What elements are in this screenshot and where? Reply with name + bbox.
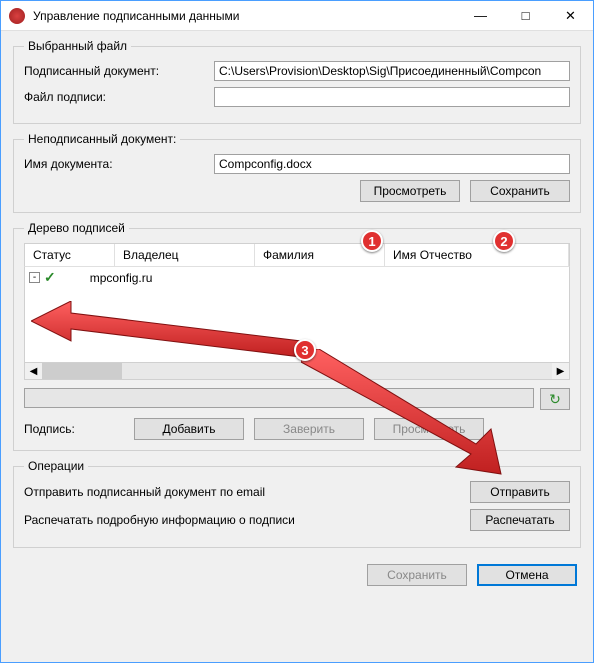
col-name-patronymic[interactable]: Имя Отчество xyxy=(385,244,569,266)
footer-cancel-button[interactable]: Отмена xyxy=(477,564,577,586)
tree-legend: Дерево подписей xyxy=(24,221,129,235)
collapse-icon[interactable]: - xyxy=(29,272,40,283)
annotation-badge-1: 1 xyxy=(361,230,383,252)
signed-doc-field[interactable]: C:\Users\Provision\Desktop\Sig\Присоедин… xyxy=(214,61,570,81)
annotation-badge-2: 2 xyxy=(493,230,515,252)
titlebar: Управление подписанными данными — □ ✕ xyxy=(1,1,593,31)
scroll-thumb[interactable] xyxy=(42,363,122,379)
scroll-right-icon[interactable]: ▶ xyxy=(552,363,569,379)
horizontal-scrollbar[interactable]: ◀ ▶ xyxy=(24,363,570,380)
app-icon xyxy=(9,8,25,24)
scroll-left-icon[interactable]: ◀ xyxy=(25,363,42,379)
footer-buttons: Сохранить Отмена xyxy=(13,556,581,586)
checkmark-icon: ✓ xyxy=(44,269,56,286)
save-button[interactable]: Сохранить xyxy=(470,180,570,202)
progress-bar xyxy=(24,388,534,408)
tree-row-text: mpconfig.ru xyxy=(90,271,153,285)
unsigned-doc-group: Неподписанный документ: Имя документа: C… xyxy=(13,132,581,213)
tree-row[interactable]: - ✓ mpconfig.ru xyxy=(25,267,569,288)
operations-legend: Операции xyxy=(24,459,88,473)
footer-save-button[interactable]: Сохранить xyxy=(367,564,467,586)
send-button[interactable]: Отправить xyxy=(470,481,570,503)
window-title: Управление подписанными данными xyxy=(33,9,458,23)
selected-file-group: Выбранный файл Подписанный документ: C:\… xyxy=(13,39,581,124)
col-owner[interactable]: Владелец xyxy=(115,244,255,266)
unsigned-doc-legend: Неподписанный документ: xyxy=(24,132,180,146)
maximize-button[interactable]: □ xyxy=(503,1,548,30)
signature-label: Подпись: xyxy=(24,422,124,436)
view-button[interactable]: Просмотреть xyxy=(360,180,460,202)
refresh-button[interactable]: ↻ xyxy=(540,388,570,410)
window-controls: — □ ✕ xyxy=(458,1,593,30)
selected-file-legend: Выбранный файл xyxy=(24,39,131,53)
doc-name-label: Имя документа: xyxy=(24,157,214,171)
col-status[interactable]: Статус xyxy=(25,244,115,266)
add-button[interactable]: Добавить xyxy=(134,418,244,440)
close-button[interactable]: ✕ xyxy=(548,1,593,30)
print-button[interactable]: Распечатать xyxy=(470,509,570,531)
scroll-track[interactable] xyxy=(42,363,552,379)
refresh-icon: ↻ xyxy=(549,391,561,408)
print-label: Распечатать подробную информацию о подпи… xyxy=(24,513,295,527)
signed-doc-label: Подписанный документ: xyxy=(24,64,214,78)
sig-file-label: Файл подписи: xyxy=(24,90,214,104)
certify-button[interactable]: Заверить xyxy=(254,418,364,440)
sig-file-field[interactable] xyxy=(214,87,570,107)
email-label: Отправить подписанный документ по email xyxy=(24,485,265,499)
sig-view-button[interactable]: Просмотреть xyxy=(374,418,484,440)
signature-tree-group: Дерево подписей Статус Владелец Фамилия … xyxy=(13,221,581,451)
annotation-badge-3: 3 xyxy=(294,339,316,361)
tree-header: Статус Владелец Фамилия Имя Отчество xyxy=(24,243,570,267)
doc-name-field[interactable]: Compconfig.docx xyxy=(214,154,570,174)
operations-group: Операции Отправить подписанный документ … xyxy=(13,459,581,548)
minimize-button[interactable]: — xyxy=(458,1,503,30)
